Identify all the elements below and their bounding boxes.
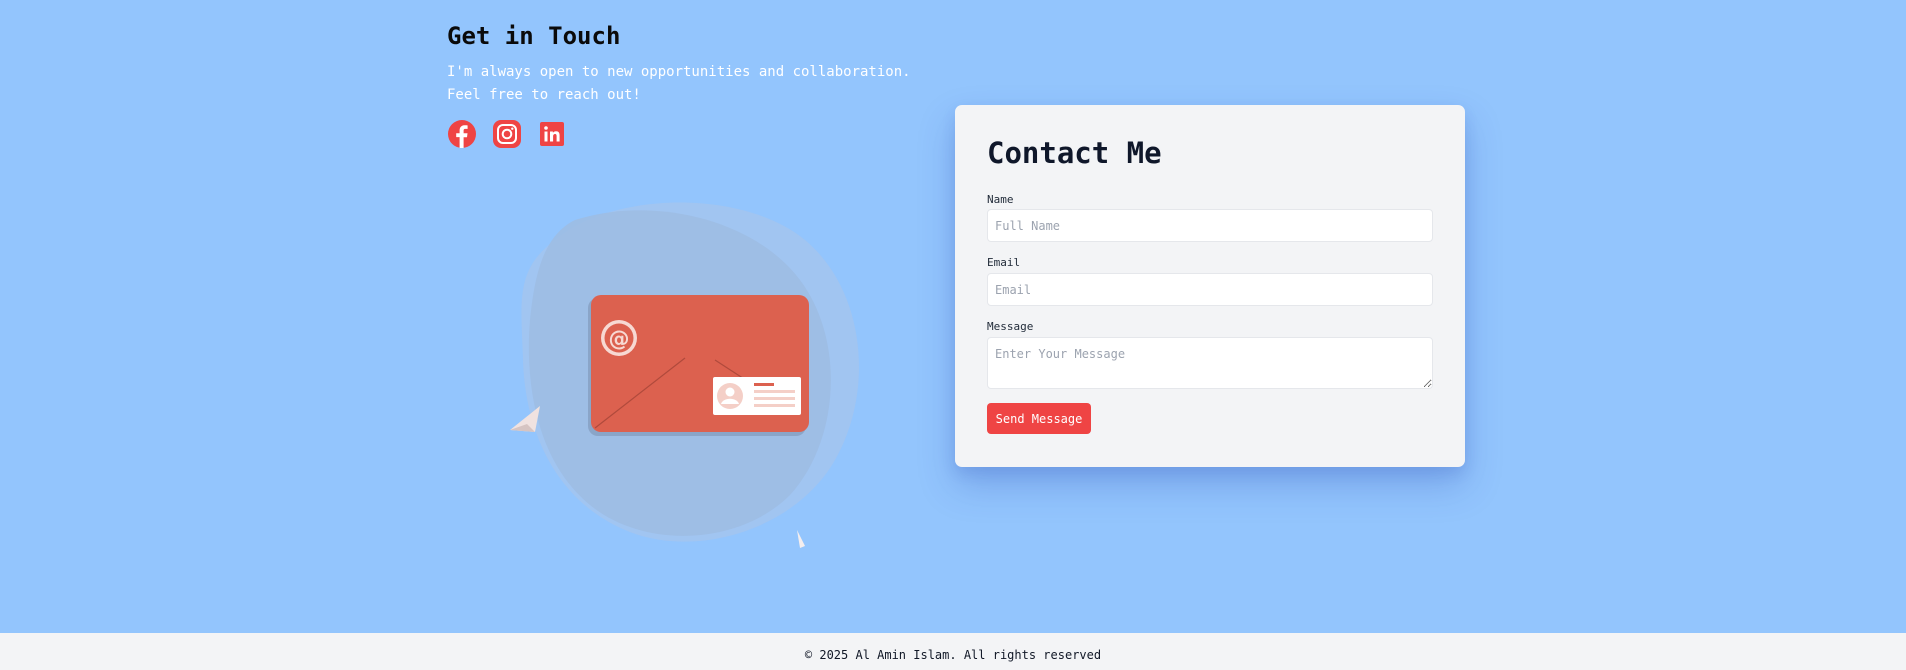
social-links (447, 119, 947, 149)
name-input[interactable] (987, 209, 1433, 242)
envelope-at-illustration: @ (510, 202, 859, 548)
instagram-icon (493, 120, 521, 148)
footer: © 2025 Al Amin Islam. All rights reserve… (0, 633, 1906, 670)
intro-text: I'm always open to new opportunities and… (447, 64, 911, 103)
facebook-icon (448, 120, 476, 148)
linkedin-icon (540, 122, 564, 146)
section-title: Get in Touch (447, 22, 621, 50)
contact-title: Contact Me (987, 136, 1162, 170)
contact-form-card: Contact Me Name Email Message Send Messa… (955, 105, 1465, 467)
contact-section: Get in Touch I'm always open to new oppo… (0, 0, 1906, 633)
instagram-link[interactable] (492, 119, 522, 149)
footer-copyright: © 2025 Al Amin Islam. All rights reserve… (804, 648, 1102, 662)
send-message-button[interactable]: Send Message (987, 403, 1091, 434)
message-label: Message (987, 320, 1034, 333)
name-label: Name (987, 193, 1014, 206)
svg-text:@: @ (609, 327, 630, 351)
intro-column: Get in Touch I'm always open to new oppo… (447, 20, 947, 149)
email-label: Email (987, 256, 1021, 269)
linkedin-link[interactable] (537, 119, 567, 149)
facebook-link[interactable] (447, 119, 477, 149)
message-textarea[interactable] (987, 337, 1433, 389)
email-input[interactable] (987, 273, 1433, 306)
